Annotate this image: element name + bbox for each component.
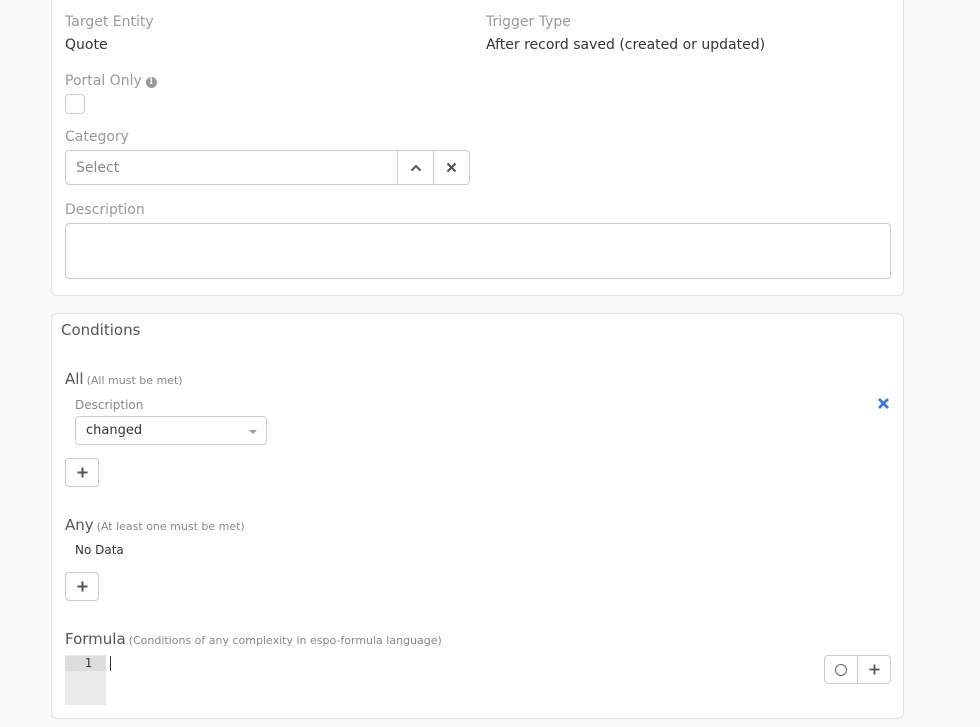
chevron-up-icon: [410, 164, 421, 171]
close-icon: [446, 162, 457, 173]
conditions-title: Conditions: [61, 321, 141, 339]
add-all-condition-button[interactable]: [65, 458, 99, 487]
category-input[interactable]: [66, 151, 397, 184]
description-label: Description: [65, 202, 145, 218]
remove-condition-icon: [878, 398, 889, 409]
category-select: [65, 150, 470, 185]
any-group-title: Any: [65, 516, 94, 534]
category-select-button[interactable]: [397, 151, 433, 184]
formula-line-number: 1: [65, 656, 106, 671]
formula-add-button[interactable]: [857, 656, 890, 683]
condition-field-label: Description: [75, 398, 144, 412]
any-group-header: Any (At least one must be met): [65, 515, 245, 534]
portal-only-label-text: Portal Only: [65, 73, 142, 89]
formula-check-button[interactable]: [825, 656, 857, 683]
any-group-subtitle: (At least one must be met): [96, 520, 245, 533]
all-group-title: All: [65, 370, 84, 388]
formula-subtitle: (Conditions of any complexity in espo-fo…: [128, 634, 442, 647]
trigger-type-label: Trigger Type: [486, 14, 571, 30]
category-label: Category: [65, 129, 129, 145]
remove-icon[interactable]: [877, 395, 890, 415]
target-entity-label: Target Entity: [65, 14, 154, 30]
description-textarea[interactable]: [65, 223, 891, 279]
any-no-data: No Data: [75, 543, 124, 557]
circle-icon: [835, 663, 847, 676]
formula-editor-cursor[interactable]: [110, 656, 111, 671]
add-any-condition-button[interactable]: [65, 572, 99, 601]
portal-only-checkbox[interactable]: [65, 94, 85, 114]
target-entity-value: Quote: [65, 37, 108, 53]
all-group-header: All (All must be met): [65, 369, 183, 388]
condition-operator-select[interactable]: changed: [75, 416, 267, 445]
category-clear-button[interactable]: [433, 151, 469, 184]
all-group-subtitle: (All must be met): [86, 374, 183, 387]
condition-operator-value: changed: [86, 423, 143, 438]
formula-title: Formula: [65, 630, 126, 648]
caret-down-icon: [249, 430, 257, 434]
plus-icon: [869, 664, 879, 675]
info-icon[interactable]: i: [145, 77, 157, 88]
portal-only-label: Portal Only i: [65, 73, 157, 89]
plus-icon: [77, 581, 87, 592]
formula-header: Formula (Conditions of any complexity in …: [65, 629, 442, 648]
formula-button-group: [824, 655, 891, 684]
trigger-type-value: After record saved (created or updated): [486, 37, 766, 53]
plus-icon: [77, 467, 87, 478]
